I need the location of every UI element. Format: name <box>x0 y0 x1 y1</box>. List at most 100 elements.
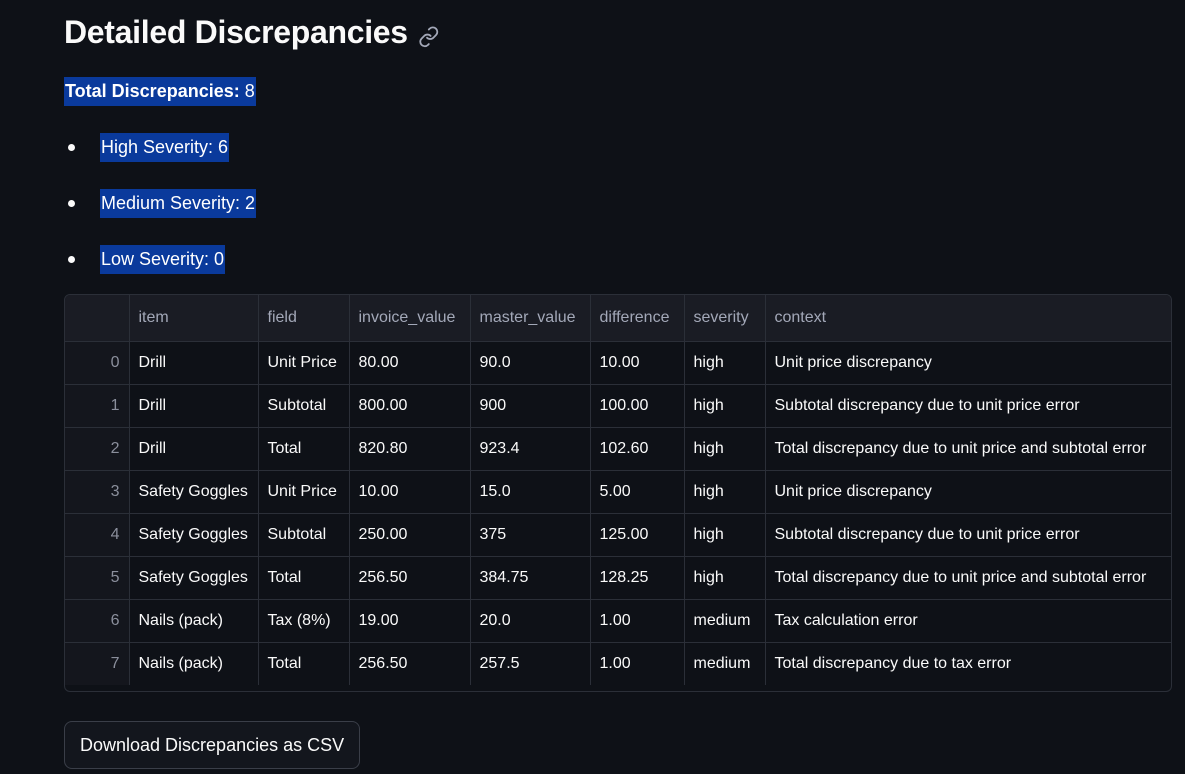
master-value-cell[interactable]: 90.0 <box>470 341 591 385</box>
difference-cell[interactable]: 128.25 <box>590 556 685 600</box>
item-cell[interactable]: Nails (pack) <box>129 599 259 643</box>
table-row: 4 Safety Goggles Subtotal 250.00 375 125… <box>65 513 1171 557</box>
table-row: 0 Drill Unit Price 80.00 90.0 10.00 high… <box>65 341 1171 385</box>
list-item-low-severity: Low Severity: 0 <box>64 245 256 274</box>
difference-cell[interactable]: 5.00 <box>590 470 685 514</box>
context-cell[interactable]: Total discrepancy due to unit price and … <box>765 427 1171 471</box>
field-cell[interactable]: Subtotal <box>258 384 350 428</box>
master-value-cell[interactable]: 15.0 <box>470 470 591 514</box>
invoice-value-cell[interactable]: 256.50 <box>349 642 471 685</box>
difference-cell[interactable]: 100.00 <box>590 384 685 428</box>
item-cell[interactable]: Safety Goggles <box>129 513 259 557</box>
severity-cell[interactable]: medium <box>684 599 766 643</box>
table-row: 7 Nails (pack) Total 256.50 257.5 1.00 m… <box>65 642 1171 685</box>
bullet-icon <box>68 256 75 263</box>
item-cell[interactable]: Drill <box>129 384 259 428</box>
column-header-severity[interactable]: severity <box>684 295 766 342</box>
list-item-high-severity: High Severity: 6 <box>64 133 256 162</box>
column-header-field[interactable]: field <box>258 295 350 342</box>
context-cell[interactable]: Total discrepancy due to unit price and … <box>765 556 1171 600</box>
total-value: 8 <box>244 81 255 101</box>
item-cell[interactable]: Safety Goggles <box>129 556 259 600</box>
master-value-cell[interactable]: 375 <box>470 513 591 557</box>
column-header-invoice-value[interactable]: invoice_value <box>349 295 471 342</box>
context-cell[interactable]: Total discrepancy due to tax error <box>765 642 1171 685</box>
item-cell[interactable]: Drill <box>129 427 259 471</box>
context-cell[interactable]: Subtotal discrepancy due to unit price e… <box>765 513 1171 557</box>
master-value-cell[interactable]: 257.5 <box>470 642 591 685</box>
master-value-cell[interactable]: 923.4 <box>470 427 591 471</box>
field-cell[interactable]: Subtotal <box>258 513 350 557</box>
difference-cell[interactable]: 1.00 <box>590 599 685 643</box>
context-cell[interactable]: Unit price discrepancy <box>765 341 1171 385</box>
row-index-cell[interactable]: 6 <box>65 599 130 643</box>
invoice-value-cell[interactable]: 19.00 <box>349 599 471 643</box>
item-cell[interactable]: Safety Goggles <box>129 470 259 514</box>
severity-cell[interactable]: high <box>684 384 766 428</box>
master-value-cell[interactable]: 900 <box>470 384 591 428</box>
severity-cell[interactable]: high <box>684 427 766 471</box>
row-index-cell[interactable]: 1 <box>65 384 130 428</box>
total-discrepancies: Total Discrepancies: 8 <box>64 77 256 106</box>
field-cell[interactable]: Unit Price <box>258 470 350 514</box>
bullet-icon <box>68 200 75 207</box>
row-index-cell[interactable]: 7 <box>65 642 130 685</box>
severity-cell[interactable]: medium <box>684 642 766 685</box>
link-icon[interactable] <box>418 24 442 48</box>
invoice-value-cell[interactable]: 800.00 <box>349 384 471 428</box>
item-cell[interactable]: Drill <box>129 341 259 385</box>
field-cell[interactable]: Total <box>258 642 350 685</box>
column-header-context[interactable]: context <box>765 295 1171 342</box>
column-header-master-value[interactable]: master_value <box>470 295 591 342</box>
difference-cell[interactable]: 102.60 <box>590 427 685 471</box>
master-value-cell[interactable]: 384.75 <box>470 556 591 600</box>
field-cell[interactable]: Total <box>258 427 350 471</box>
column-header-index[interactable] <box>65 295 130 342</box>
discrepancies-page: Detailed Discrepancies Total Discrepanci… <box>0 0 1185 774</box>
difference-cell[interactable]: 1.00 <box>590 642 685 685</box>
high-severity-text: High Severity: 6 <box>100 133 230 162</box>
table-row: 2 Drill Total 820.80 923.4 102.60 high T… <box>65 427 1171 471</box>
download-csv-button[interactable]: Download Discrepancies as CSV <box>64 721 361 769</box>
table-header-row: item field invoice_value master_value di… <box>65 295 1171 342</box>
context-cell[interactable]: Tax calculation error <box>765 599 1171 643</box>
row-index-cell[interactable]: 4 <box>65 513 130 557</box>
invoice-value-cell[interactable]: 250.00 <box>349 513 471 557</box>
medium-severity-text: Medium Severity: 2 <box>100 189 257 218</box>
severity-cell[interactable]: high <box>684 470 766 514</box>
total-label: Total Discrepancies: <box>65 81 240 101</box>
discrepancies-table[interactable]: item field invoice_value master_value di… <box>64 294 1172 692</box>
severity-cell[interactable]: high <box>684 341 766 385</box>
invoice-value-cell[interactable]: 80.00 <box>349 341 471 385</box>
invoice-value-cell[interactable]: 10.00 <box>349 470 471 514</box>
severity-cell[interactable]: high <box>684 556 766 600</box>
invoice-value-cell[interactable]: 820.80 <box>349 427 471 471</box>
page-title: Detailed Discrepancies <box>64 14 408 50</box>
row-index-cell[interactable]: 5 <box>65 556 130 600</box>
table-row: 3 Safety Goggles Unit Price 10.00 15.0 5… <box>65 470 1171 514</box>
row-index-cell[interactable]: 2 <box>65 427 130 471</box>
bullet-icon <box>68 144 75 151</box>
context-cell[interactable]: Subtotal discrepancy due to unit price e… <box>765 384 1171 428</box>
item-cell[interactable]: Nails (pack) <box>129 642 259 685</box>
row-index-cell[interactable]: 0 <box>65 341 130 385</box>
master-value-cell[interactable]: 20.0 <box>470 599 591 643</box>
severity-list: High Severity: 6 Medium Severity: 2 Low … <box>64 133 257 301</box>
low-severity-text: Low Severity: 0 <box>100 245 226 274</box>
difference-cell[interactable]: 10.00 <box>590 341 685 385</box>
title-row: Detailed Discrepancies <box>64 14 442 51</box>
field-cell[interactable]: Total <box>258 556 350 600</box>
invoice-value-cell[interactable]: 256.50 <box>349 556 471 600</box>
row-index-cell[interactable]: 3 <box>65 470 130 514</box>
severity-cell[interactable]: high <box>684 513 766 557</box>
column-header-difference[interactable]: difference <box>590 295 685 342</box>
table-row: 1 Drill Subtotal 800.00 900 100.00 high … <box>65 384 1171 428</box>
field-cell[interactable]: Tax (8%) <box>258 599 350 643</box>
list-item-medium-severity: Medium Severity: 2 <box>64 189 257 218</box>
context-cell[interactable]: Unit price discrepancy <box>765 470 1171 514</box>
table-row: 6 Nails (pack) Tax (8%) 19.00 20.0 1.00 … <box>65 599 1171 643</box>
difference-cell[interactable]: 125.00 <box>590 513 685 557</box>
field-cell[interactable]: Unit Price <box>258 341 350 385</box>
column-header-item[interactable]: item <box>129 295 259 342</box>
table-row: 5 Safety Goggles Total 256.50 384.75 128… <box>65 556 1171 600</box>
